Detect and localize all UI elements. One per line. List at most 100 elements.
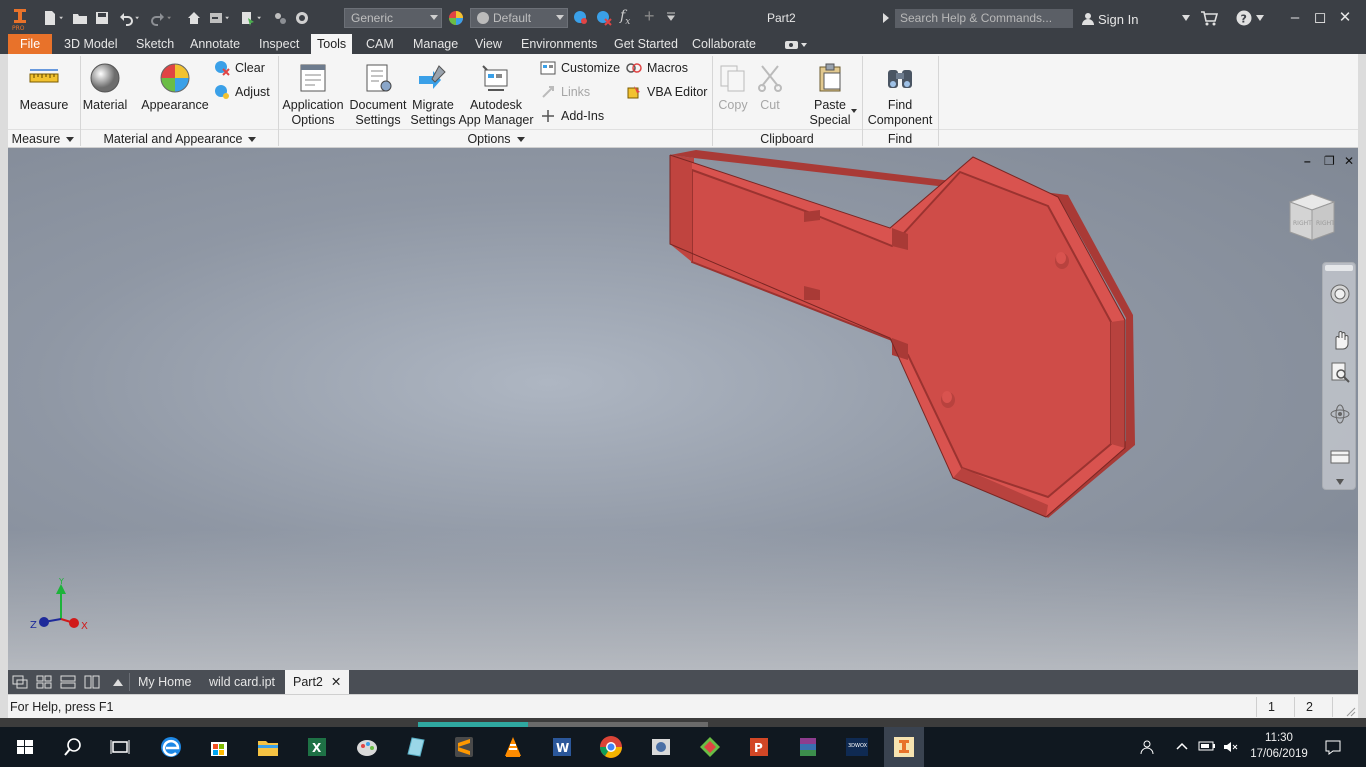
help-icon[interactable]: ? bbox=[1236, 10, 1252, 26]
migrate-settings-button[interactable]: Migrate Settings bbox=[408, 62, 458, 128]
orbit-icon[interactable] bbox=[1329, 403, 1351, 425]
new-file-icon[interactable] bbox=[42, 10, 58, 26]
chevron-down-icon[interactable] bbox=[851, 109, 857, 113]
color-wheel-icon[interactable] bbox=[448, 10, 464, 26]
tab-3d-model[interactable]: 3D Model bbox=[58, 34, 124, 54]
dropdown-arrow-icon[interactable] bbox=[58, 10, 68, 26]
search-icon[interactable] bbox=[60, 734, 86, 760]
tile-windows-icon[interactable] bbox=[36, 675, 52, 689]
save-icon[interactable] bbox=[94, 10, 110, 26]
paint-icon[interactable] bbox=[354, 734, 380, 760]
maximize-window-icon[interactable]: ◻ bbox=[1310, 8, 1330, 28]
volume-muted-icon[interactable] bbox=[1222, 739, 1238, 755]
home-icon[interactable] bbox=[186, 10, 202, 26]
dropdown-arrow-icon[interactable] bbox=[256, 10, 266, 26]
return-icon[interactable] bbox=[208, 10, 224, 26]
tab-annotate[interactable]: Annotate bbox=[184, 34, 246, 54]
select-filter-icon[interactable] bbox=[240, 10, 256, 26]
add-ins-button[interactable]: Add-Ins bbox=[540, 107, 604, 125]
material-button[interactable]: Material bbox=[80, 62, 130, 113]
key-card-model[interactable] bbox=[648, 148, 1148, 528]
cart-icon[interactable] bbox=[1200, 10, 1218, 26]
tab-collaborate[interactable]: Collaborate bbox=[686, 34, 762, 54]
chevron-down-icon[interactable] bbox=[1182, 15, 1190, 21]
fx-parameters-icon[interactable]: fx bbox=[620, 8, 630, 27]
adjust-appearance-icon[interactable] bbox=[573, 10, 589, 26]
sublime-text-icon[interactable] bbox=[451, 734, 477, 760]
app-manager-button[interactable]: Autodesk App Manager bbox=[458, 62, 534, 128]
dropdown-arrow-icon[interactable] bbox=[224, 10, 234, 26]
viewport-minimize-icon[interactable]: – bbox=[1304, 154, 1311, 168]
update-icon[interactable] bbox=[272, 10, 288, 26]
tab-manage[interactable]: Manage bbox=[407, 34, 464, 54]
pan-hand-icon[interactable] bbox=[1329, 329, 1351, 351]
chevron-up-icon[interactable] bbox=[1176, 742, 1188, 750]
zoom-icon[interactable] bbox=[1329, 361, 1351, 383]
cascade-windows-icon[interactable] bbox=[12, 675, 28, 689]
chevron-down-icon[interactable] bbox=[1336, 479, 1344, 485]
measure-button[interactable]: Measure bbox=[12, 62, 76, 113]
copy-button[interactable]: Copy bbox=[714, 62, 752, 113]
paste-special-button[interactable]: Paste Special bbox=[804, 62, 856, 128]
undo-icon[interactable] bbox=[118, 10, 134, 26]
tile-vertical-icon[interactable] bbox=[84, 675, 100, 689]
material-appearance-panel-title[interactable]: Material and Appearance bbox=[82, 130, 278, 148]
powerpoint-icon[interactable]: P bbox=[746, 734, 772, 760]
doc-tab-wild-card[interactable]: wild card.ipt bbox=[201, 670, 283, 694]
material-dropdown[interactable]: Generic bbox=[344, 8, 442, 28]
edge-browser-icon[interactable] bbox=[158, 734, 184, 760]
tab-tools[interactable]: Tools bbox=[311, 34, 353, 54]
winrar-icon[interactable] bbox=[795, 734, 821, 760]
tab-get-started[interactable]: Get Started bbox=[608, 34, 684, 54]
appearance-button[interactable]: Appearance bbox=[138, 62, 212, 113]
close-window-icon[interactable]: ✕ bbox=[1335, 8, 1355, 28]
chevron-right-icon[interactable] bbox=[882, 13, 890, 23]
people-icon[interactable] bbox=[1138, 739, 1154, 755]
adjust-appearance-button[interactable]: Adjust bbox=[214, 83, 270, 101]
macros-button[interactable]: Macros bbox=[626, 59, 688, 77]
chrome-icon[interactable] bbox=[598, 734, 624, 760]
ribbon-display-toggle-icon[interactable] bbox=[784, 40, 808, 50]
application-options-button[interactable]: Application Options bbox=[280, 62, 346, 128]
word-icon[interactable]: W bbox=[549, 734, 575, 760]
ipro-globe-icon[interactable] bbox=[294, 10, 310, 26]
minimize-window-icon[interactable]: – bbox=[1285, 8, 1305, 28]
clear-appearance-button[interactable]: Clear bbox=[214, 59, 265, 77]
sign-in-button[interactable]: Sign In bbox=[1082, 12, 1138, 27]
tab-inspect[interactable]: Inspect bbox=[253, 34, 305, 54]
search-help-input[interactable]: Search Help & Commands... bbox=[895, 9, 1073, 28]
inventor-taskbar-button[interactable] bbox=[884, 727, 924, 767]
close-tab-icon[interactable]: ✕ bbox=[331, 675, 341, 689]
document-settings-button[interactable]: Document Settings bbox=[348, 62, 408, 128]
steering-wheel-icon[interactable] bbox=[1329, 283, 1351, 305]
viewport-close-icon[interactable]: ✕ bbox=[1344, 154, 1354, 168]
cut-button[interactable]: Cut bbox=[754, 62, 786, 113]
vba-editor-button[interactable]: VBA Editor bbox=[626, 83, 707, 101]
tab-cam[interactable]: CAM bbox=[360, 34, 400, 54]
dropdown-arrow-icon[interactable] bbox=[166, 10, 176, 26]
task-view-icon[interactable] bbox=[107, 734, 133, 760]
utility-tool-icon[interactable] bbox=[648, 734, 674, 760]
excel-icon[interactable]: X bbox=[304, 734, 330, 760]
file-explorer-icon[interactable] bbox=[255, 734, 281, 760]
measure-panel-title[interactable]: Measure bbox=[8, 130, 78, 148]
chevron-up-icon[interactable] bbox=[110, 675, 126, 689]
chevron-down-icon[interactable] bbox=[1256, 15, 1264, 21]
taskbar-clock[interactable]: 11:30 17/06/2019 bbox=[1248, 730, 1310, 762]
look-at-icon[interactable] bbox=[1329, 445, 1351, 467]
links-button[interactable]: Links bbox=[540, 83, 590, 101]
appearance-dropdown[interactable]: Default bbox=[470, 8, 568, 28]
find-component-button[interactable]: Find Component bbox=[864, 62, 936, 128]
customize-qat-icon[interactable] bbox=[666, 12, 676, 22]
viewcube-icon[interactable]: RIGHT RIGHT bbox=[1284, 188, 1340, 246]
clear-appearance-icon[interactable] bbox=[596, 10, 612, 26]
tab-view[interactable]: View bbox=[469, 34, 508, 54]
plus-icon[interactable]: + bbox=[644, 6, 655, 27]
tab-file[interactable]: File bbox=[8, 34, 53, 54]
notifications-icon[interactable] bbox=[1324, 738, 1342, 756]
navbar-header[interactable] bbox=[1325, 265, 1353, 271]
ice-app-icon[interactable] bbox=[402, 734, 428, 760]
doc-tab-my-home[interactable]: My Home bbox=[130, 670, 199, 694]
tile-horizontal-icon[interactable] bbox=[60, 675, 76, 689]
tab-environments[interactable]: Environments bbox=[515, 34, 603, 54]
